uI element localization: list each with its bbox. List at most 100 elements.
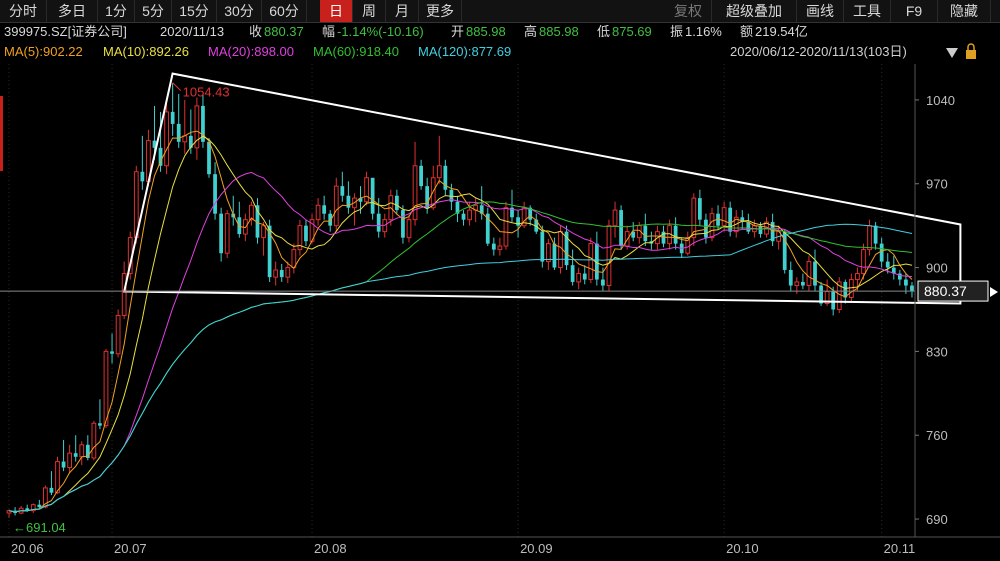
candle-body <box>612 209 618 227</box>
candle-body <box>558 231 563 269</box>
candle-body <box>588 243 594 281</box>
candle-body <box>709 213 715 239</box>
candle-body <box>49 487 54 493</box>
y-tick-label: 830 <box>926 344 948 359</box>
candle-body <box>73 453 78 457</box>
candle-body <box>552 243 557 268</box>
candle-body <box>855 273 860 281</box>
chart-axes: 1040 970 900 830 760 690 20.06 20.07 20.08 20.09 2… <box>0 64 1000 556</box>
left-edge-marker <box>0 96 3 171</box>
candle-body <box>831 291 836 310</box>
last-price-label: 880.37 <box>924 283 967 299</box>
candle-body <box>788 269 793 286</box>
candle-body <box>412 165 418 221</box>
candle-body <box>461 213 466 220</box>
y-tick-label: 690 <box>926 512 948 527</box>
candle-body <box>207 141 211 175</box>
candle-body <box>758 225 763 235</box>
low-annotation: ←691.04 <box>13 520 66 535</box>
y-tick-label: 1040 <box>926 93 955 108</box>
candle-body <box>813 261 817 286</box>
x-tick-label: 20.10 <box>726 541 759 556</box>
candle-body <box>861 249 866 275</box>
candle-body <box>158 147 163 166</box>
candle-body <box>904 279 908 286</box>
candle-body <box>467 209 472 221</box>
candle-body <box>497 245 503 251</box>
y-tick-label: 900 <box>926 261 948 276</box>
candle-body <box>279 269 284 278</box>
candlestick-chart: 880.37 1054.43 ←691.04 1040 970 900 830 760 690… <box>0 43 1000 556</box>
candle-body <box>885 261 890 268</box>
y-tick-label: 970 <box>926 177 948 192</box>
price-pointer-icon <box>990 287 998 297</box>
candle-body <box>867 225 872 251</box>
candle-body <box>401 210 405 238</box>
candle-body <box>879 243 884 262</box>
triangle-drawing <box>122 72 962 305</box>
candle-body <box>801 281 805 286</box>
candle-body <box>285 267 291 278</box>
candle-body <box>115 314 121 355</box>
candle-body <box>503 207 509 247</box>
x-tick-label: 20.06 <box>11 541 44 556</box>
candle-body <box>170 111 175 124</box>
candle-body <box>67 452 73 469</box>
candle-body <box>619 210 623 247</box>
candle-body <box>436 165 442 179</box>
candle-body <box>582 273 587 280</box>
candle-body <box>340 186 345 196</box>
candle-body <box>110 351 114 354</box>
lock-shackle-icon <box>967 43 975 50</box>
candle-body <box>273 269 279 278</box>
high-pointer <box>172 82 182 91</box>
candle-body <box>121 273 127 316</box>
candle-body <box>873 225 878 244</box>
candle-body <box>291 249 297 269</box>
candle-body <box>55 461 60 494</box>
candle-body <box>364 177 369 203</box>
candle-body <box>213 174 217 214</box>
candle-body <box>643 225 648 242</box>
candle-body <box>545 243 551 263</box>
candle-body <box>176 123 181 142</box>
candle-body <box>491 243 496 250</box>
candle-body <box>79 444 85 458</box>
ma-line <box>8 201 913 513</box>
range-dropdown-icon[interactable] <box>946 48 958 58</box>
ma-line <box>8 130 913 513</box>
x-tick-label: 20.07 <box>114 541 147 556</box>
candle-body <box>333 185 339 227</box>
candle-body <box>394 195 399 211</box>
ma-line <box>8 135 913 513</box>
candle-body <box>606 225 612 287</box>
candle-body <box>98 423 102 426</box>
high-annotation: 1054.43 <box>183 85 230 100</box>
candle-body <box>721 207 727 227</box>
candle-body <box>746 222 751 232</box>
candle-body <box>224 213 230 254</box>
candle-body <box>315 204 321 221</box>
candle-body <box>37 504 42 508</box>
candle-body <box>697 198 702 220</box>
candle-body <box>406 219 412 239</box>
lock-icon[interactable] <box>966 50 976 59</box>
candle-body <box>806 261 812 287</box>
candle-body <box>673 225 678 244</box>
x-tick-label: 20.08 <box>314 541 347 556</box>
x-tick-label: 20.11 <box>884 541 916 556</box>
candle-body <box>425 186 430 208</box>
candle-body <box>540 231 545 262</box>
candle-body <box>322 205 327 214</box>
candle-body <box>103 350 109 427</box>
candle-body <box>304 225 308 242</box>
ma-lines <box>8 130 913 513</box>
y-tick-label: 760 <box>926 428 948 443</box>
candle-body <box>91 422 97 459</box>
ma-line <box>8 223 913 513</box>
candle-body <box>570 265 575 282</box>
candle-body <box>61 461 66 468</box>
candle-body <box>848 279 854 299</box>
candle-body <box>576 273 582 283</box>
candle-body <box>219 213 224 254</box>
